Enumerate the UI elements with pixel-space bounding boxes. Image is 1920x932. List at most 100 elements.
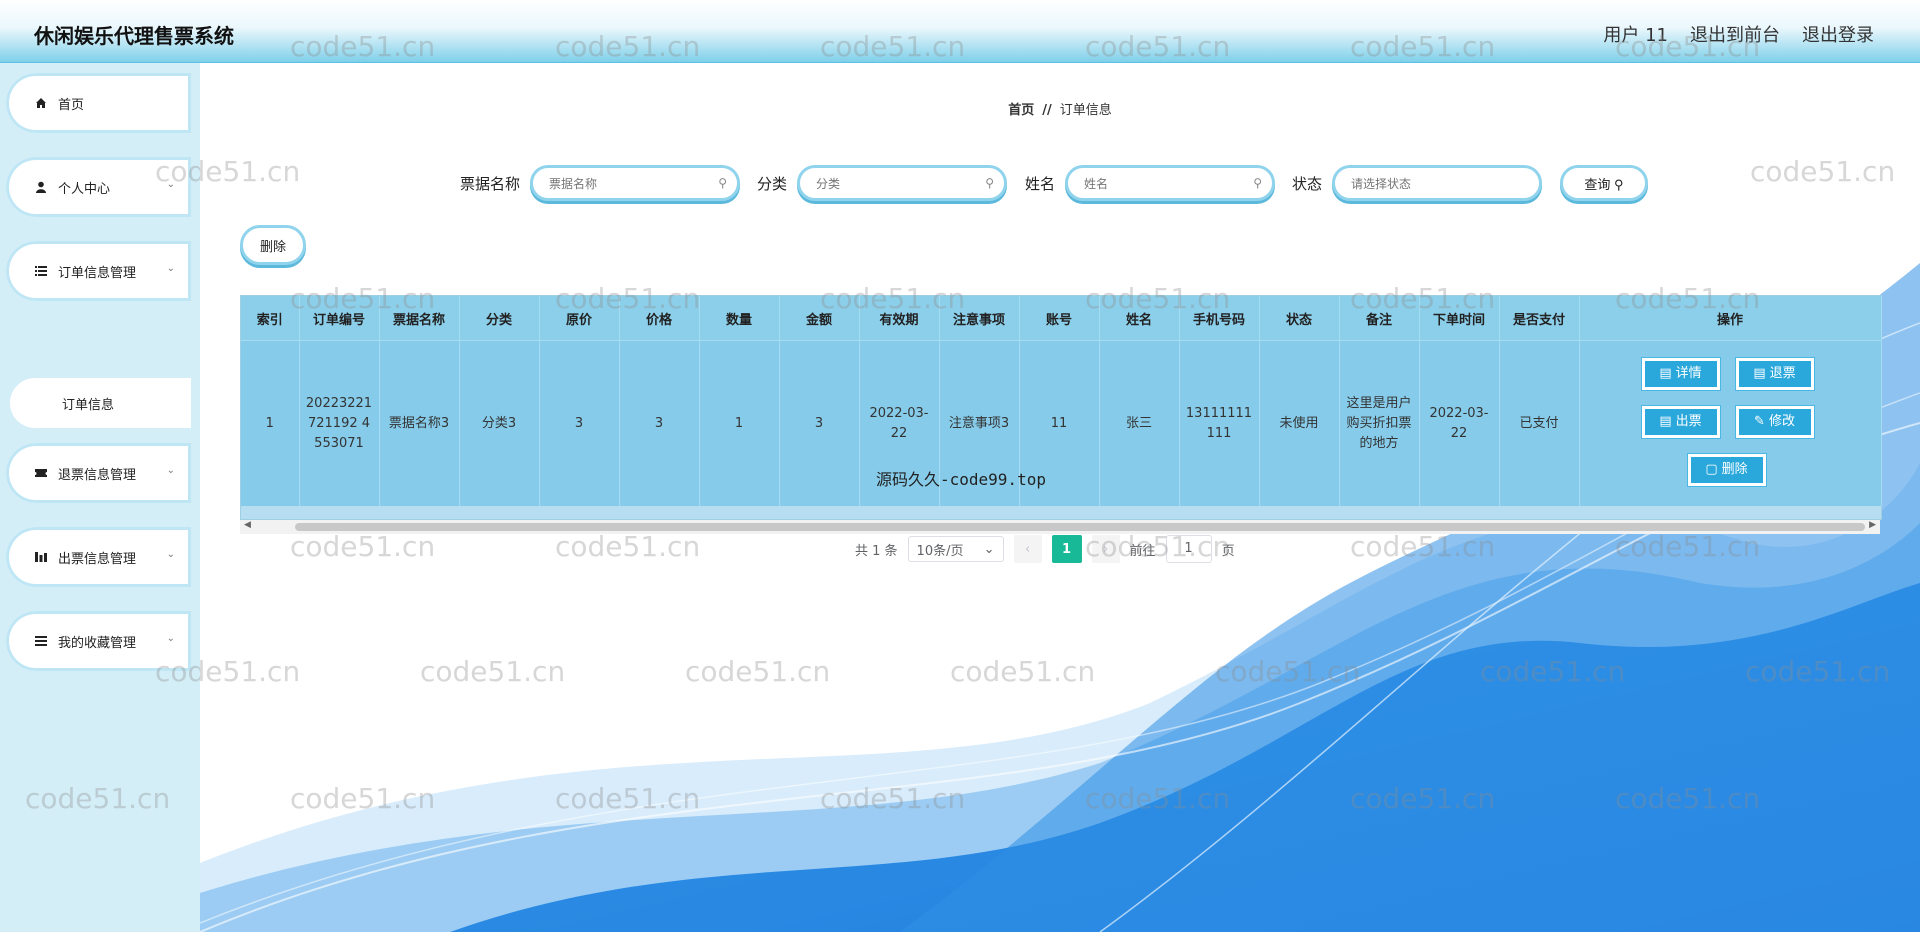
goto-page-input[interactable]: 1 (1165, 535, 1212, 563)
breadcrumb-home[interactable]: 首页 (1008, 103, 1034, 118)
sidebar-subitem-order-info[interactable]: 订单信息 (10, 378, 191, 428)
cell-amount: 3 (779, 340, 860, 506)
home-icon (34, 96, 48, 110)
chevron-down-icon: ⌄ (983, 541, 995, 557)
sidebar-item-issue[interactable]: 出票信息管理 ⌄ (6, 527, 191, 587)
breadcrumb: 首页 // 订单信息 (200, 99, 1920, 118)
cell-actions: ▤ 详情 ▤ 退票 ▤ 出票 ✎ 修改 ▢ 删除 (1579, 340, 1882, 506)
col-header: 账号 (1019, 296, 1100, 341)
chevron-down-icon: ⌄ (166, 633, 175, 644)
search-field-ticket-name: 票据名称 ⚲ (460, 163, 741, 203)
search-icon: ⚲ (1614, 176, 1624, 192)
document-icon: ▤ (1753, 366, 1766, 381)
goto-label: 前往 (1129, 543, 1156, 559)
cell-price: 3 (619, 340, 700, 506)
horizontal-scrollbar[interactable]: ◀ ▶ (240, 520, 1880, 534)
cell-quantity: 1 (699, 340, 780, 506)
sidebar-subitem-label: 订单信息 (62, 397, 115, 413)
ticket-icon (34, 466, 48, 480)
search-field-status: 状态 (1292, 163, 1543, 203)
breadcrumb-separator: // (1042, 103, 1052, 118)
user-icon (34, 180, 48, 194)
col-header: 原价 (539, 296, 620, 341)
col-header: 下单时间 (1419, 296, 1500, 341)
search-icon: ⚲ (985, 176, 995, 190)
page-size-value: 10条/页 (916, 543, 964, 559)
page-number-active[interactable]: 1 (1051, 535, 1082, 563)
chart-icon (34, 550, 48, 564)
delete-button[interactable]: ▢ 删除 (1686, 453, 1767, 487)
name-label: 姓名 (1025, 174, 1056, 193)
prev-page-button[interactable]: ‹ (1013, 535, 1042, 563)
batch-delete-button[interactable]: 删除 (240, 225, 306, 265)
category-input[interactable] (814, 168, 989, 200)
user-link[interactable]: 用户 11 (1603, 21, 1668, 47)
cell-remark: 这里是用户购买折扣票的地方 (1339, 340, 1420, 506)
scroll-right-icon[interactable]: ▶ (1869, 520, 1876, 530)
cell-paid: 已支付 (1499, 340, 1580, 506)
scroll-left-icon[interactable]: ◀ (244, 520, 251, 530)
ticket-name-label: 票据名称 (460, 174, 521, 193)
search-icon: ⚲ (1253, 176, 1263, 190)
col-header: 是否支付 (1499, 296, 1580, 341)
main-content: 首页 // 订单信息 票据名称 ⚲ 分类 ⚲ 姓名 ⚲ 状态 查询 ⚲ 删除 索引 … (200, 63, 1920, 932)
category-label: 分类 (757, 174, 788, 193)
cell-order-number: 20223221721192 4553071 (299, 340, 380, 506)
search-button-label: 查询 (1584, 176, 1611, 192)
cell-ticket-name: 票据名称3 (379, 340, 460, 506)
search-icon: ⚲ (718, 176, 728, 190)
list-icon (34, 264, 48, 278)
col-header: 金额 (779, 296, 860, 341)
sidebar-item-favorites[interactable]: 我的收藏管理 ⌄ (6, 611, 191, 671)
edit-icon: ✎ (1754, 414, 1765, 429)
sidebar-item-refunds[interactable]: 退票信息管理 ⌄ (6, 443, 191, 503)
sidebar-item-home[interactable]: 首页 (6, 73, 191, 133)
cell-index: 1 (241, 340, 300, 506)
edit-button[interactable]: ✎ 修改 (1734, 405, 1815, 439)
name-input[interactable] (1082, 168, 1257, 200)
sidebar-item-label: 出票信息管理 (58, 551, 137, 567)
app-title: 休闲娱乐代理售票系统 (34, 24, 234, 48)
refund-button[interactable]: ▤ 退票 (1734, 357, 1815, 391)
edit-button-label: 修改 (1768, 414, 1795, 429)
col-header: 姓名 (1099, 296, 1180, 341)
chevron-down-icon: ⌄ (166, 465, 175, 476)
col-header: 状态 (1259, 296, 1340, 341)
status-label: 状态 (1292, 174, 1323, 193)
page-size-select[interactable]: 10条/页 ⌄ (907, 536, 1004, 562)
search-button[interactable]: 查询 ⚲ (1560, 165, 1648, 201)
chevron-up-icon: ⌄ (166, 263, 175, 274)
ticket-name-input[interactable] (547, 168, 722, 200)
scrollbar-thumb[interactable] (295, 523, 1865, 531)
logout-link[interactable]: 退出登录 (1802, 21, 1874, 47)
trash-icon: ▢ (1705, 462, 1718, 477)
col-header: 备注 (1339, 296, 1420, 341)
cell-status: 未使用 (1259, 340, 1340, 506)
col-header: 注意事项 (939, 296, 1020, 341)
issue-ticket-button[interactable]: ▤ 出票 (1640, 405, 1721, 439)
col-header: 票据名称 (379, 296, 460, 341)
issue-ticket-button-label: 出票 (1675, 414, 1702, 429)
cell-phone: 13111111111 (1179, 340, 1260, 506)
status-select[interactable] (1349, 168, 1524, 200)
next-page-button[interactable]: › (1091, 535, 1120, 563)
col-header: 有效期 (859, 296, 940, 341)
top-header: 休闲娱乐代理售票系统 用户 11 退出到前台 退出登录 (0, 0, 1920, 63)
to-front-link[interactable]: 退出到前台 (1690, 21, 1780, 47)
col-header: 价格 (619, 296, 700, 341)
col-header: 数量 (699, 296, 780, 341)
list-icon (34, 634, 48, 648)
detail-button[interactable]: ▤ 详情 (1640, 357, 1721, 391)
sidebar-item-profile[interactable]: 个人中心 ⌄ (6, 157, 191, 217)
table-header-row: 索引 订单编号 票据名称 分类 原价 价格 数量 金额 有效期 注意事项 账号 … (241, 296, 1882, 341)
cell-order-time: 2022-03-22 (1419, 340, 1500, 506)
chevron-down-icon: ⌄ (166, 549, 175, 560)
cell-category: 分类3 (459, 340, 540, 506)
pagination: 共 1 条 10条/页 ⌄ ‹ 1 › 前往 1 页 (855, 535, 1235, 563)
col-header: 分类 (459, 296, 540, 341)
sidebar-item-orders[interactable]: 订单信息管理 ⌄ (6, 241, 191, 301)
sidebar-item-label: 首页 (58, 97, 85, 113)
search-field-category: 分类 ⚲ (757, 163, 1008, 203)
detail-button-label: 详情 (1675, 366, 1702, 381)
breadcrumb-current: 订单信息 (1059, 103, 1112, 118)
